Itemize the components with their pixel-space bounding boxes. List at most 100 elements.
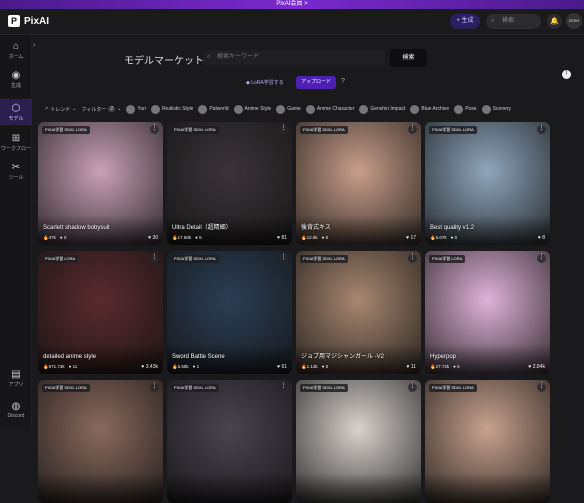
like-count[interactable]: ♥ 81 <box>277 235 287 241</box>
comment-count-value: 0 <box>454 235 458 240</box>
run-count-value: 27.72k <box>435 364 450 369</box>
help-icon[interactable]: ? <box>341 78 345 85</box>
tag-label: Realistic Style <box>161 106 194 112</box>
more-icon[interactable]: ⋮ <box>537 125 546 134</box>
run-count-value: 12.5k <box>306 235 318 240</box>
tag-thumbnail <box>276 104 286 114</box>
like-count[interactable]: ♥ 61 <box>277 364 287 370</box>
like-count[interactable]: ♥ 2.84k <box>528 364 545 370</box>
sidebar-label: ホーム <box>8 54 24 60</box>
like-count[interactable]: ♥ 3.43k <box>141 364 158 370</box>
info-icon[interactable]: ! <box>562 70 571 79</box>
model-card[interactable]: PIXAI学習 SDXL LORA ⋮ Best quality v1.2 🔥5.07… <box>425 122 550 245</box>
more-icon[interactable]: ⋮ <box>408 254 417 263</box>
model-card[interactable]: PIXAI学習 SDXL LORA ⋮ <box>425 380 550 503</box>
tag-chip[interactable]: Palworld <box>198 104 229 114</box>
tag-chip[interactable]: Anime Style <box>233 104 271 114</box>
tag-chip[interactable]: Scenery <box>481 104 511 114</box>
tag-thumbnail <box>481 104 491 114</box>
app-icon: ▤ <box>11 369 21 380</box>
more-icon[interactable]: ⋮ <box>408 125 417 134</box>
comment-count-value: 5 <box>199 235 202 240</box>
run-count-value: 5.58k <box>177 364 189 369</box>
sidebar-item-model[interactable]: ⬡ モデル <box>0 99 32 125</box>
like-count[interactable]: ♥ 17 <box>406 235 416 241</box>
more-icon[interactable]: ⋮ <box>150 383 159 392</box>
model-card[interactable]: PIXAI学習 SDXL LORA ⋮ <box>296 380 421 503</box>
tag-chip[interactable]: Pose <box>454 104 477 114</box>
like-count[interactable]: ♥ 30 <box>148 235 158 241</box>
run-count-value: 1.13k <box>306 364 318 369</box>
like-count-value: 17 <box>410 235 416 241</box>
tag-chip[interactable]: Anime Character <box>305 104 354 114</box>
more-icon[interactable]: ⋮ <box>279 254 288 263</box>
model-badge: PIXAI学習 SDXL LORA <box>42 384 90 392</box>
filter-count: 2 <box>108 106 116 112</box>
run-count: 🔥5.07k <box>430 235 447 240</box>
chevron-down-icon: ⌄ <box>117 106 122 112</box>
more-icon[interactable]: ⋮ <box>150 254 159 263</box>
sidebar-item-generate[interactable]: ◉ 生成 <box>0 70 32 89</box>
tag-chip[interactable]: Genshin Impact <box>359 104 405 114</box>
model-card[interactable]: PIXAI学習 LORA ⋮ Hyperpop 🔥27.72k ● 5 ♥ 2.84k <box>425 251 550 374</box>
like-count[interactable]: ♥ 8 <box>538 235 545 241</box>
model-card[interactable]: PIXAI学習 SDXL LORA ⋮ 後背式キス 🔥12.5k ● 0 ♥ 17 <box>296 122 421 245</box>
model-badge: PIXAI学習 LORA <box>42 255 79 263</box>
tag-label: Blue Archive <box>421 106 450 112</box>
more-icon[interactable]: ⋮ <box>537 254 546 263</box>
logo[interactable]: P PixAI <box>8 15 49 27</box>
more-icon[interactable]: ⋮ <box>150 125 159 134</box>
model-name: Scarlett shadow bobysuit <box>43 225 110 231</box>
sidebar-item-workflow[interactable]: ⊞ ワークフロー <box>0 133 32 152</box>
like-count-value: 30 <box>152 235 158 241</box>
trend-label: トレンド <box>50 106 71 113</box>
model-stats: 🔥47k ● 0 <box>43 235 66 241</box>
run-count-value: 671.73k <box>48 364 65 369</box>
sidebar-item-tools[interactable]: ✂ ツール <box>0 162 32 181</box>
model-card[interactable]: PIXAI学習 LORA ⋮ detailed anime style 🔥671.73… <box>38 251 163 374</box>
lora-train-link[interactable]: ◆ LoRA学習する <box>246 79 284 86</box>
chevron-right-icon[interactable]: › <box>33 42 35 49</box>
model-card[interactable]: PIXAI学習 SDXL LORA ⋮ ジョブ用マジシャンガール -V2 🔥1.13k… <box>296 251 421 374</box>
generate-button[interactable]: + 生成 <box>450 14 480 29</box>
filter-button[interactable]: フィルター 2 ⌄ <box>81 106 121 113</box>
more-icon[interactable]: ⋮ <box>537 383 546 392</box>
run-count: 🔥12.5k <box>301 235 318 240</box>
model-card[interactable]: PIXAI学習 SDXL LORA ⋮ Ultra Detail（超精細） 🔥17.8… <box>167 122 292 245</box>
promo-banner[interactable]: PixAI会員 > <box>0 0 584 9</box>
avatar[interactable]: ZEKH <box>566 13 582 29</box>
tag-chip[interactable]: Game <box>276 104 301 114</box>
filter-label: フィルター <box>81 106 107 113</box>
model-badge: PIXAI学習 SDXL LORA <box>42 126 90 134</box>
sidebar-label: ワークフロー <box>0 146 31 152</box>
search-button[interactable]: 検索 <box>390 49 427 67</box>
sidebar-label: ツール <box>8 175 24 181</box>
model-card[interactable]: PIXAI学習 SDXL LORA ⋮ Sword Battle Scene 🔥5.5… <box>167 251 292 374</box>
upload-button[interactable]: アップロード <box>296 76 336 89</box>
comment-count-value: 5 <box>457 364 460 369</box>
bell-icon[interactable]: 🔔 <box>547 14 562 29</box>
model-card[interactable]: PIXAI学習 SDXL LORA ⋮ Scarlett shadow bobysu… <box>38 122 163 245</box>
sidebar-item-app[interactable]: ▤ アプリ <box>0 369 32 388</box>
like-count[interactable]: ♥ 11 <box>406 364 416 370</box>
more-icon[interactable]: ⋮ <box>279 125 288 134</box>
card-overlay <box>296 473 421 503</box>
header-search-input[interactable]: ⌕ 検索 <box>486 14 541 29</box>
more-icon[interactable]: ⋮ <box>408 383 417 392</box>
search-input[interactable]: ⌕ 検索キーワード <box>203 50 385 65</box>
model-stats: 🔥1.13k ● 0 <box>301 364 328 370</box>
model-name: Hyperpop <box>430 354 457 360</box>
sidebar-item-home[interactable]: ⌂ ホーム <box>0 41 32 60</box>
more-icon[interactable]: ⋮ <box>279 383 288 392</box>
tag-chip[interactable]: Yuri <box>126 104 146 114</box>
trend-dropdown[interactable]: ↗ トレンド ⌄ <box>44 106 76 113</box>
model-card[interactable]: PIXAI学習 SDXL LORA ⋮ <box>38 380 163 503</box>
comment-count: ● 0 <box>450 235 458 240</box>
tag-chip[interactable]: Blue Archive <box>410 104 450 114</box>
sidebar-item-discord[interactable]: ◍ Discord <box>0 401 32 419</box>
tag-chip[interactable]: Realistic Style <box>150 104 194 114</box>
like-count-value: 2.84k <box>532 364 545 370</box>
tag-thumbnail <box>198 104 208 114</box>
model-name: detailed anime style <box>43 354 97 360</box>
model-card[interactable]: PIXAI学習 SDXL LORA ⋮ <box>167 380 292 503</box>
